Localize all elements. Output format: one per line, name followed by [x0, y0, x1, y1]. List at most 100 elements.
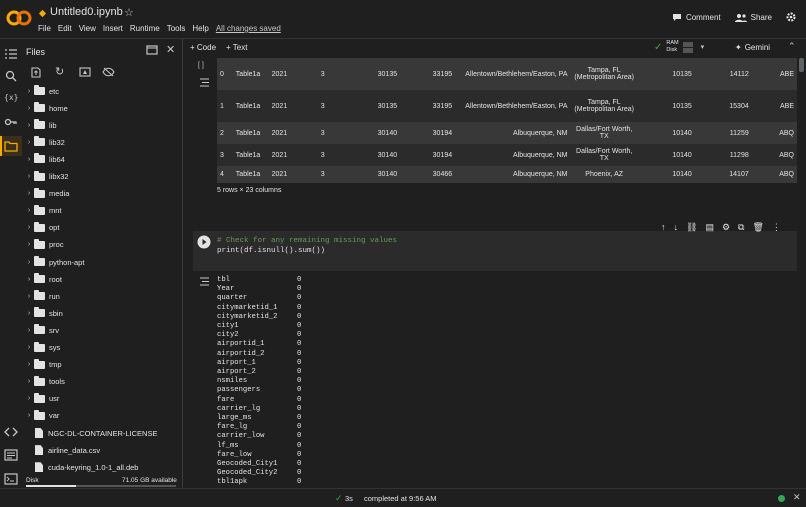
menu-view[interactable]: View: [79, 24, 96, 33]
chevron-right-icon[interactable]: ›: [24, 412, 34, 419]
chevron-right-icon[interactable]: ›: [24, 293, 34, 300]
chevron-right-icon[interactable]: ›: [24, 190, 34, 197]
folder-item-etc[interactable]: › etc: [24, 84, 59, 98]
chevron-right-icon[interactable]: ›: [24, 310, 34, 317]
mirror-cell-icon[interactable]: ⧉: [738, 222, 744, 233]
menu-help[interactable]: Help: [192, 24, 208, 33]
refresh-icon[interactable]: ↻: [55, 65, 64, 78]
colab-logo[interactable]: [6, 9, 32, 27]
move-down-icon[interactable]: ↓: [674, 222, 679, 233]
menu-tools[interactable]: Tools: [167, 24, 186, 33]
folder-item-run[interactable]: › run: [24, 289, 60, 303]
secrets-key-icon[interactable]: [4, 116, 18, 128]
close-status-icon[interactable]: ✕: [793, 492, 801, 503]
chevron-right-icon[interactable]: ›: [24, 224, 34, 231]
chevron-right-icon[interactable]: ›: [24, 259, 34, 266]
folder-item-python-apt[interactable]: › python-apt: [24, 255, 84, 269]
file-item[interactable]: airline_data.csv: [32, 443, 100, 457]
add-code-button[interactable]: + Code: [190, 43, 216, 52]
folder-item-lib[interactable]: › lib: [24, 118, 57, 132]
delete-cell-icon[interactable]: 🗑: [752, 222, 763, 233]
code-cell[interactable]: # Check for any remaining missing values…: [193, 231, 797, 271]
more-options-icon[interactable]: ⋮: [772, 222, 781, 233]
output-value: 0: [297, 432, 302, 441]
comment-cell-icon[interactable]: ▤: [705, 222, 714, 233]
folder-item-var[interactable]: › var: [24, 409, 59, 423]
folder-item-home[interactable]: › home: [24, 101, 68, 115]
chevron-right-icon[interactable]: ›: [24, 378, 34, 385]
chevron-right-icon[interactable]: ›: [24, 139, 34, 146]
comment-label: Comment: [685, 12, 721, 22]
variables-icon[interactable]: {x}: [4, 93, 18, 105]
menu-edit[interactable]: Edit: [58, 24, 72, 33]
terminal-icon[interactable]: [4, 473, 18, 485]
scrollbar-thumb[interactable]: [799, 58, 804, 72]
folder-item-libx32[interactable]: › libx32: [24, 170, 69, 184]
chevron-right-icon[interactable]: ›: [24, 241, 34, 248]
chevron-right-icon[interactable]: ›: [24, 361, 34, 368]
gear-icon[interactable]: [786, 12, 796, 22]
cell-settings-icon[interactable]: ⚙: [722, 222, 730, 233]
chevron-right-icon[interactable]: ›: [24, 156, 34, 163]
table-cell: 30140: [377, 151, 398, 159]
folder-item-tools[interactable]: › tools: [24, 375, 65, 389]
file-item[interactable]: cuda-keyring_1.0-1_all.deb: [32, 460, 138, 474]
menu-runtime[interactable]: Runtime: [130, 24, 160, 33]
folder-item-usr[interactable]: › usr: [24, 392, 59, 406]
chevron-right-icon[interactable]: ›: [24, 276, 34, 283]
folder-icon[interactable]: [4, 140, 18, 152]
table-row: 1 Table1a 2021 3 30135 33195 Allentown/Bethleh…: [217, 90, 797, 122]
notebook-title[interactable]: Untitled0.ipynb: [50, 6, 123, 18]
folder-item-root[interactable]: › root: [24, 272, 62, 286]
row-index: 2: [220, 129, 224, 137]
move-up-icon[interactable]: ↑: [661, 222, 666, 233]
save-status[interactable]: All changes saved: [216, 24, 281, 33]
chevron-right-icon[interactable]: ›: [24, 88, 34, 95]
folder-item-proc[interactable]: › proc: [24, 238, 64, 252]
link-icon[interactable]: ⛓: [686, 222, 697, 233]
folder-item-media[interactable]: › media: [24, 187, 69, 201]
upload-file-icon[interactable]: [31, 67, 41, 78]
folder-item-srv[interactable]: › srv: [24, 323, 59, 337]
folder-item-lib32[interactable]: › lib32: [24, 135, 65, 149]
comment-button[interactable]: Comment: [672, 13, 721, 22]
folder-item-sbin[interactable]: › sbin: [24, 306, 63, 320]
output-toggle-icon[interactable]: [199, 78, 210, 87]
add-text-button[interactable]: + Text: [226, 43, 247, 52]
chevron-right-icon[interactable]: ›: [24, 344, 34, 351]
menu-file[interactable]: File: [38, 24, 51, 33]
chevron-right-icon[interactable]: ›: [24, 122, 34, 129]
mount-drive-icon[interactable]: [79, 67, 91, 77]
chevron-down-icon[interactable]: ▾: [701, 43, 705, 51]
hide-files-icon[interactable]: [102, 67, 115, 77]
menu-insert[interactable]: Insert: [103, 24, 123, 33]
run-cell-button[interactable]: [197, 235, 211, 249]
code-comment-line: # Check for any remaining missing values: [217, 237, 398, 245]
folder-item-opt[interactable]: › opt: [24, 221, 59, 235]
chevron-right-icon[interactable]: ›: [24, 173, 34, 180]
resource-monitor[interactable]: ✓ RAM Disk ▾: [654, 40, 704, 54]
share-button[interactable]: Share: [734, 13, 772, 22]
star-icon[interactable]: ☆: [124, 6, 134, 19]
header-actions: Comment Share: [672, 12, 796, 22]
chevron-right-icon[interactable]: ›: [24, 395, 34, 402]
search-icon[interactable]: [4, 70, 18, 82]
folder-item-lib64[interactable]: › lib64: [24, 152, 65, 166]
folder-icon: [34, 170, 45, 181]
table-cell: 2021: [271, 70, 288, 78]
code-snippets-icon[interactable]: [4, 426, 18, 438]
command-palette-icon[interactable]: [4, 449, 18, 461]
folder-item-mnt[interactable]: › mnt: [24, 204, 62, 218]
folder-item-sys[interactable]: › sys: [24, 341, 60, 355]
cell-exec-indicator[interactable]: [ ]: [198, 62, 204, 69]
chevron-right-icon[interactable]: ›: [24, 327, 34, 334]
file-item[interactable]: NGC-DL-CONTAINER-LICENSE: [32, 426, 157, 440]
folder-item-tmp[interactable]: › tmp: [24, 358, 62, 372]
table-cell: 30194: [432, 151, 453, 159]
output-toggle-icon-2[interactable]: [199, 277, 210, 286]
collapse-header-icon[interactable]: ⌃: [788, 41, 796, 52]
chevron-right-icon[interactable]: ›: [24, 207, 34, 214]
gemini-button[interactable]: ✦ Gemini: [735, 43, 770, 52]
chevron-right-icon[interactable]: ›: [24, 105, 34, 112]
output-value: 0: [297, 404, 302, 413]
